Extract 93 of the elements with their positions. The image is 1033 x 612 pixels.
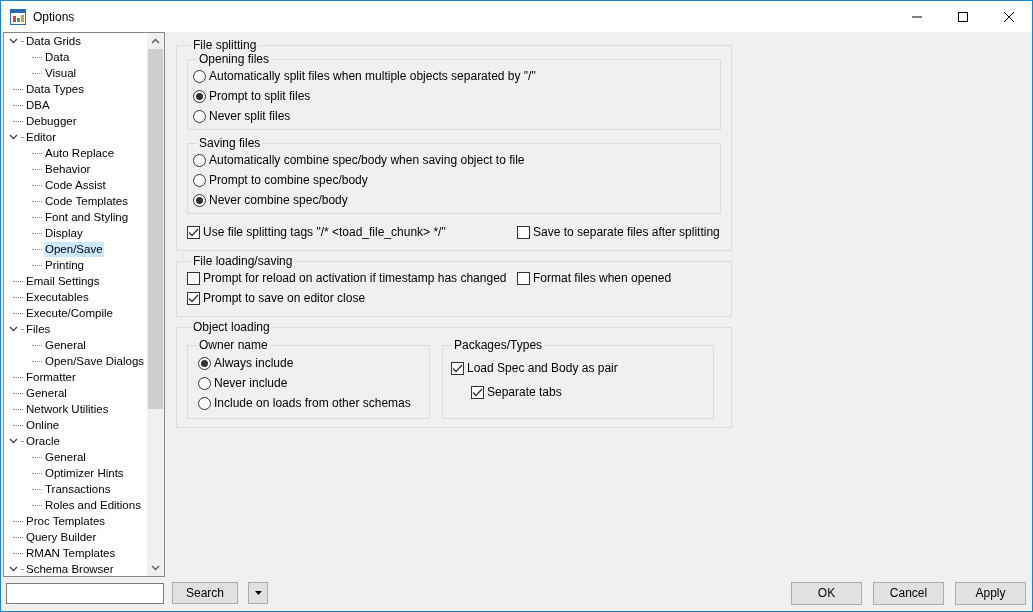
chevron-icon[interactable] xyxy=(9,134,18,140)
option-label: Prompt for reload on activation if timestamp has changed xyxy=(203,270,507,287)
window-title: Options xyxy=(33,8,75,26)
tree-item[interactable]: Auto Replace xyxy=(44,145,116,161)
chevron-icon[interactable] xyxy=(9,566,18,572)
radio-button[interactable] xyxy=(193,69,206,83)
radio-button[interactable] xyxy=(198,376,211,390)
group-title: Owner name xyxy=(199,338,268,352)
option-label: Prompt to combine spec/body xyxy=(209,172,368,189)
checkbox[interactable] xyxy=(187,271,200,285)
radio-button[interactable] xyxy=(198,356,211,370)
radio-button[interactable] xyxy=(193,89,206,103)
tree-item[interactable]: Roles and Editions xyxy=(44,497,142,513)
maximize-icon xyxy=(958,11,968,22)
tree-item[interactable]: Visual xyxy=(44,65,78,81)
radio-button[interactable] xyxy=(193,193,206,207)
tree-item[interactable]: Code Templates xyxy=(44,193,129,209)
tree-item[interactable]: Online xyxy=(25,417,61,433)
tree-item[interactable]: Debugger xyxy=(25,113,78,129)
option-label: Automatically combine spec/body when saving object to file xyxy=(209,152,525,169)
tree-item[interactable]: RMAN Templates xyxy=(25,545,117,561)
scroll-down-icon[interactable] xyxy=(151,565,160,571)
caret-icon xyxy=(254,591,262,595)
option-label: Format files when opened xyxy=(533,270,672,287)
radio-button[interactable] xyxy=(198,396,211,410)
checkbox[interactable] xyxy=(517,271,530,285)
option-label: Include on loads from other schemas xyxy=(214,395,411,412)
checkbox[interactable] xyxy=(471,385,484,399)
app-icon xyxy=(10,8,26,25)
tree-item[interactable]: Display xyxy=(44,225,84,241)
group-title: File splitting xyxy=(193,38,257,52)
tree-item[interactable]: Font and Styling xyxy=(44,209,130,225)
tree-item[interactable]: Data Grids xyxy=(25,33,82,49)
tree-item[interactable]: DBA xyxy=(25,97,51,113)
option-label: Never include xyxy=(214,375,288,392)
tree-item[interactable]: Executables xyxy=(25,289,90,305)
radio-button[interactable] xyxy=(193,173,206,187)
option-label: Never combine spec/body xyxy=(209,192,348,209)
option-label: Always include xyxy=(214,355,294,372)
option-label: Use file splitting tags "/* <toad_file_chunk> */" xyxy=(203,224,446,241)
option-label: Prompt to save on editor close xyxy=(203,290,366,307)
radio-button[interactable] xyxy=(193,153,206,167)
dropdown-button[interactable] xyxy=(248,582,268,604)
group-title: Object loading xyxy=(193,320,270,334)
group-title: Packages/Types xyxy=(454,338,543,352)
tree-item[interactable]: Open/Save xyxy=(44,241,104,257)
chevron-icon[interactable] xyxy=(9,438,18,444)
chevron-icon[interactable] xyxy=(9,326,18,332)
search-button[interactable]: Search xyxy=(172,582,238,604)
tree-item[interactable]: General xyxy=(44,337,87,353)
scroll-up-icon[interactable] xyxy=(151,38,160,44)
tree-item[interactable]: Code Assist xyxy=(44,177,107,193)
tree-item[interactable]: Schema Browser xyxy=(25,561,115,576)
tree-item[interactable]: Formatter xyxy=(25,369,77,385)
tree-item[interactable]: General xyxy=(25,385,68,401)
tree-item[interactable]: Execute/Compile xyxy=(25,305,114,321)
chevron-icon[interactable] xyxy=(9,38,18,44)
tree-item[interactable]: Editor xyxy=(25,129,58,145)
option-label: Load Spec and Body as pair xyxy=(467,360,618,377)
tree-item[interactable]: Transactions xyxy=(44,481,112,497)
checkbox[interactable] xyxy=(451,361,464,375)
tree-item[interactable]: General xyxy=(44,449,87,465)
option-label: Automatically split files when multiple objects separated by "/" xyxy=(209,68,536,85)
tree-item[interactable]: Network Utilities xyxy=(25,401,110,417)
dialog-button[interactable]: OK xyxy=(791,581,862,605)
tree-item[interactable]: Optimizer Hints xyxy=(44,465,125,481)
tree-item[interactable]: Email Settings xyxy=(25,273,101,289)
option-label: Save to separate files after splitting xyxy=(533,224,720,241)
tree-item[interactable]: Proc Templates xyxy=(25,513,107,529)
tree-item[interactable]: Behavior xyxy=(44,161,92,177)
option-label: Never split files xyxy=(209,108,291,125)
group-title: Saving files xyxy=(199,136,261,150)
tree-item[interactable]: Oracle xyxy=(25,433,61,449)
close-icon xyxy=(1004,11,1014,22)
tree-item[interactable]: Data Types xyxy=(25,81,85,97)
dialog-button[interactable]: Cancel xyxy=(873,581,944,605)
dialog-button[interactable]: Apply xyxy=(955,581,1026,605)
scrollbar[interactable] xyxy=(147,33,164,576)
radio-button[interactable] xyxy=(193,109,206,123)
group-title: Opening files xyxy=(199,52,270,66)
checkbox[interactable] xyxy=(517,225,530,239)
checkbox[interactable] xyxy=(187,225,200,239)
tree-item[interactable]: Printing xyxy=(44,257,85,273)
scrollbar-thumb[interactable] xyxy=(148,49,163,409)
tree-item[interactable]: Data xyxy=(44,49,71,65)
tree-item[interactable]: Files xyxy=(25,321,52,337)
tree-item[interactable]: Open/Save Dialogs xyxy=(44,353,146,369)
group-title: File loading/saving xyxy=(193,254,293,268)
option-label: Separate tabs xyxy=(487,384,562,401)
search-field[interactable] xyxy=(6,582,164,604)
option-label: Prompt to split files xyxy=(209,88,311,105)
tree-item[interactable]: Query Builder xyxy=(25,529,98,545)
checkbox[interactable] xyxy=(187,291,200,305)
